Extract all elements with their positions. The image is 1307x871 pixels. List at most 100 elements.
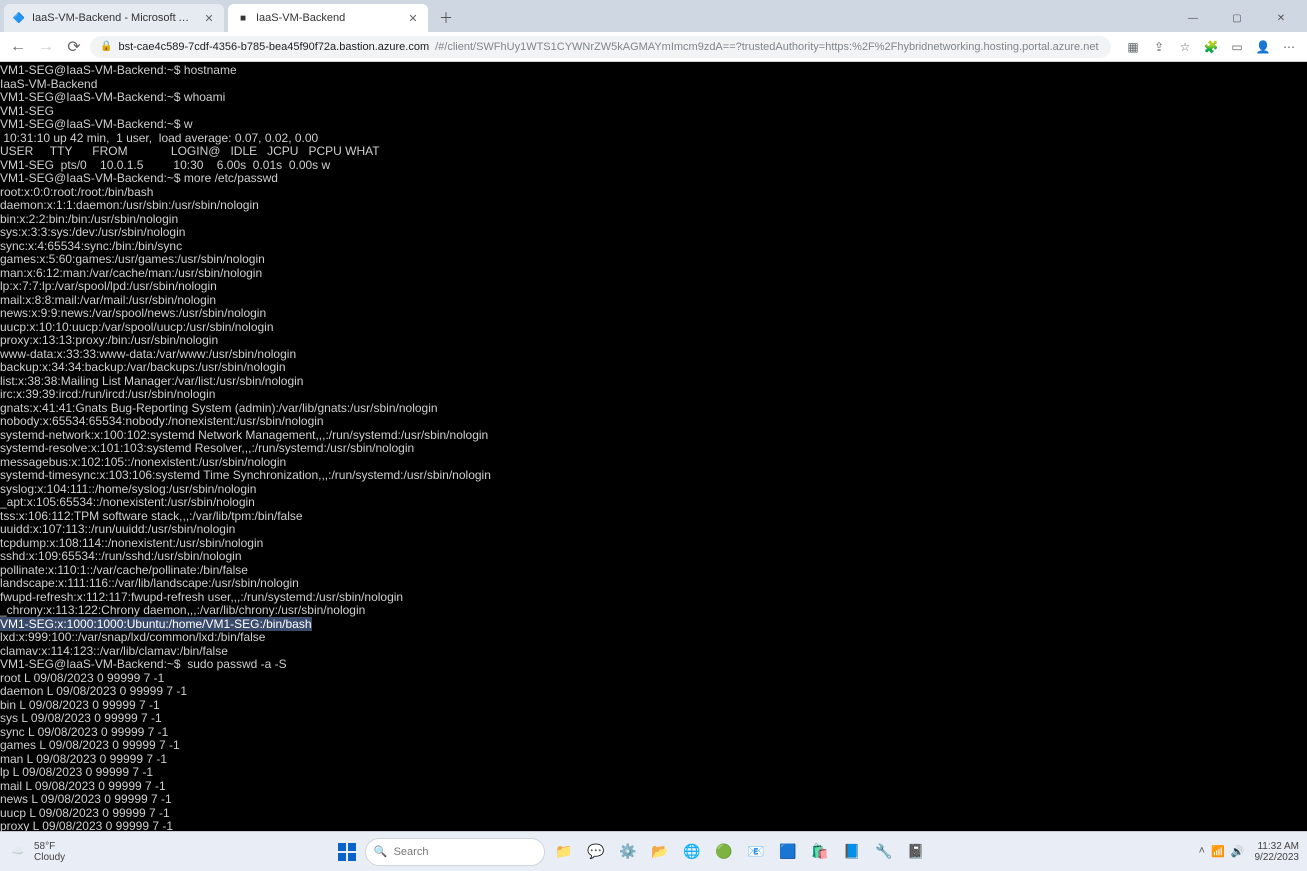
weather-widget[interactable]: ☁️ 58°F Cloudy bbox=[8, 841, 65, 863]
browser-window: 🔷IaaS-VM-Backend - Microsoft Azure✕■IaaS… bbox=[0, 0, 1307, 871]
terminal-line: sys L 09/08/2023 0 99999 7 -1 bbox=[0, 712, 1307, 726]
new-tab-button[interactable]: ＋ bbox=[432, 4, 460, 32]
terminal-line: VM1-SEG@IaaS-VM-Backend:~$ w bbox=[0, 118, 1307, 132]
terminal-line: proxy L 09/08/2023 0 99999 7 -1 bbox=[0, 820, 1307, 831]
terminal-line: sync:x:4:65534:sync:/bin:/bin/sync bbox=[0, 240, 1307, 254]
terminal-line: irc:x:39:39:ircd:/run/ircd:/usr/sbin/nol… bbox=[0, 388, 1307, 402]
terminal-line: VM1-SEG@IaaS-VM-Backend:~$ whoami bbox=[0, 91, 1307, 105]
terminal-line: messagebus:x:102:105::/nonexistent:/usr/… bbox=[0, 456, 1307, 470]
taskbar-app-3[interactable]: 📂 bbox=[645, 837, 675, 867]
terminal-line: IaaS-VM-Backend bbox=[0, 78, 1307, 92]
clock[interactable]: 11:32 AM 9/22/2023 bbox=[1255, 841, 1300, 863]
terminal-line: news:x:9:9:news:/var/spool/news:/usr/sbi… bbox=[0, 307, 1307, 321]
more-menu-icon[interactable]: ⋯ bbox=[1277, 35, 1301, 59]
terminal-line: uucp:x:10:10:uucp:/var/spool/uucp:/usr/s… bbox=[0, 321, 1307, 335]
taskbar-app-4[interactable]: 🌐 bbox=[677, 837, 707, 867]
terminal-line: gnats:x:41:41:Gnats Bug-Reporting System… bbox=[0, 402, 1307, 416]
terminal-line: _chrony:x:113:122:Chrony daemon,,,:/var/… bbox=[0, 604, 1307, 618]
clock-time: 11:32 AM bbox=[1255, 841, 1300, 852]
taskbar-app-1[interactable]: 💬 bbox=[581, 837, 611, 867]
terminal-line: lp:x:7:7:lp:/var/spool/lpd:/usr/sbin/nol… bbox=[0, 280, 1307, 294]
terminal-line: landscape:x:111:116::/var/lib/landscape:… bbox=[0, 577, 1307, 591]
minimize-button[interactable]: — bbox=[1171, 4, 1215, 32]
extensions-icon[interactable]: 🧩 bbox=[1199, 35, 1223, 59]
start-button[interactable] bbox=[333, 838, 361, 866]
terminal-line: daemon L 09/08/2023 0 99999 7 -1 bbox=[0, 685, 1307, 699]
terminal-line: news L 09/08/2023 0 99999 7 -1 bbox=[0, 793, 1307, 807]
taskbar-apps: 📁💬⚙️📂🌐🟢📧🟦🛍️📘🔧📓 bbox=[549, 837, 931, 867]
terminal-line: uuidd:x:107:113::/run/uuidd:/usr/sbin/no… bbox=[0, 523, 1307, 537]
taskbar-app-10[interactable]: 🔧 bbox=[869, 837, 899, 867]
taskbar-search[interactable]: 🔍 Search bbox=[365, 838, 545, 866]
terminal-line: games L 09/08/2023 0 99999 7 -1 bbox=[0, 739, 1307, 753]
taskbar-app-8[interactable]: 🛍️ bbox=[805, 837, 835, 867]
terminal-line: sys:x:3:3:sys:/dev:/usr/sbin/nologin bbox=[0, 226, 1307, 240]
maximize-button[interactable]: ▢ bbox=[1215, 4, 1259, 32]
weather-temp: 58°F bbox=[34, 841, 65, 852]
toolbar-icons: ▦ ⇪ ☆ 🧩 ▭ 👤 ⋯ bbox=[1121, 35, 1301, 59]
terminal-line: VM1-SEG@IaaS-VM-Backend:~$ sudo passwd -… bbox=[0, 658, 1307, 672]
terminal-line: systemd-resolve:x:101:103:systemd Resolv… bbox=[0, 442, 1307, 456]
forward-button[interactable]: → bbox=[34, 35, 58, 59]
terminal-line: backup:x:34:34:backup:/var/backups:/usr/… bbox=[0, 361, 1307, 375]
terminal-line: list:x:38:38:Mailing List Manager:/var/l… bbox=[0, 375, 1307, 389]
search-placeholder: Search bbox=[394, 846, 429, 858]
terminal-line: sync L 09/08/2023 0 99999 7 -1 bbox=[0, 726, 1307, 740]
terminal-line: www-data:x:33:33:www-data:/var/www:/usr/… bbox=[0, 348, 1307, 362]
terminal-line: sshd:x:109:65534::/run/sshd:/usr/sbin/no… bbox=[0, 550, 1307, 564]
terminal-viewport[interactable]: VM1-SEG@IaaS-VM-Backend:~$ hostnameIaaS-… bbox=[0, 62, 1307, 831]
sound-icon[interactable]: 🔊 bbox=[1231, 845, 1245, 858]
terminal-line: man L 09/08/2023 0 99999 7 -1 bbox=[0, 753, 1307, 767]
terminal-line: root:x:0:0:root:/root:/bin/bash bbox=[0, 186, 1307, 200]
terminal-line: bin:x:2:2:bin:/bin:/usr/sbin/nologin bbox=[0, 213, 1307, 227]
terminal-line: bin L 09/08/2023 0 99999 7 -1 bbox=[0, 699, 1307, 713]
terminal-line: syslog:x:104:111::/home/syslog:/usr/sbin… bbox=[0, 483, 1307, 497]
taskbar-app-7[interactable]: 🟦 bbox=[773, 837, 803, 867]
share-icon[interactable]: ⇪ bbox=[1147, 35, 1171, 59]
tray-chevron-icon[interactable]: ˄ bbox=[1199, 845, 1205, 858]
taskbar-app-6[interactable]: 📧 bbox=[741, 837, 771, 867]
taskbar-app-0[interactable]: 📁 bbox=[549, 837, 579, 867]
system-tray[interactable]: ˄ 📶 🔊 bbox=[1199, 845, 1245, 858]
url-input[interactable]: 🔒 bst-cae4c589-7cdf-4356-b785-bea45f90f7… bbox=[90, 36, 1111, 58]
lock-icon: 🔒 bbox=[100, 41, 112, 52]
tab-title: IaaS-VM-Backend bbox=[256, 12, 400, 24]
taskbar-app-2[interactable]: ⚙️ bbox=[613, 837, 643, 867]
tab-bar: 🔷IaaS-VM-Backend - Microsoft Azure✕■IaaS… bbox=[0, 0, 1307, 32]
taskbar-right: ˄ 📶 🔊 11:32 AM 9/22/2023 bbox=[1199, 841, 1299, 863]
bookmark-star-icon[interactable]: ☆ bbox=[1173, 35, 1197, 59]
app-launcher-icon[interactable]: ▦ bbox=[1121, 35, 1145, 59]
back-button[interactable]: ← bbox=[6, 35, 30, 59]
profile-icon[interactable]: 👤 bbox=[1251, 35, 1275, 59]
tab-close-icon[interactable]: ✕ bbox=[202, 11, 216, 25]
reload-button[interactable]: ⟳ bbox=[62, 35, 86, 59]
taskbar-app-9[interactable]: 📘 bbox=[837, 837, 867, 867]
terminal-line: 10:31:10 up 42 min, 1 user, load average… bbox=[0, 132, 1307, 146]
terminal-line: VM1-SEG:x:1000:1000:Ubuntu:/home/VM1-SEG… bbox=[0, 618, 1307, 632]
tab-favicon-icon: ■ bbox=[236, 11, 250, 25]
terminal-line: USER TTY FROM LOGIN@ IDLE JCPU PCPU WHAT bbox=[0, 145, 1307, 159]
clock-date: 9/22/2023 bbox=[1255, 852, 1300, 863]
tab-close-icon[interactable]: ✕ bbox=[406, 11, 420, 25]
taskbar-app-5[interactable]: 🟢 bbox=[709, 837, 739, 867]
tab-1[interactable]: ■ IaaS-VM-Backend ✕ bbox=[228, 4, 428, 32]
terminal-line: games:x:5:60:games:/usr/games:/usr/sbin/… bbox=[0, 253, 1307, 267]
terminal-line: VM1-SEG bbox=[0, 105, 1307, 119]
tab-title: IaaS-VM-Backend - Microsoft Azure bbox=[32, 12, 196, 24]
weather-icon: ☁️ bbox=[8, 842, 28, 862]
taskbar-app-11[interactable]: 📓 bbox=[901, 837, 931, 867]
close-window-button[interactable]: ✕ bbox=[1259, 4, 1303, 32]
terminal-line: VM1-SEG@IaaS-VM-Backend:~$ more /etc/pas… bbox=[0, 172, 1307, 186]
terminal-line: fwupd-refresh:x:112:117:fwupd-refresh us… bbox=[0, 591, 1307, 605]
terminal-line: _apt:x:105:65534::/nonexistent:/usr/sbin… bbox=[0, 496, 1307, 510]
wifi-icon[interactable]: 📶 bbox=[1211, 845, 1225, 858]
terminal-line: man:x:6:12:man:/var/cache/man:/usr/sbin/… bbox=[0, 267, 1307, 281]
terminal-line: tss:x:106:112:TPM software stack,,,:/var… bbox=[0, 510, 1307, 524]
terminal-line: lxd:x:999:100::/var/snap/lxd/common/lxd:… bbox=[0, 631, 1307, 645]
terminal-line: nobody:x:65534:65534:nobody:/nonexistent… bbox=[0, 415, 1307, 429]
tab-0[interactable]: 🔷IaaS-VM-Backend - Microsoft Azure✕ bbox=[4, 4, 224, 32]
terminal-line: proxy:x:13:13:proxy:/bin:/usr/sbin/nolog… bbox=[0, 334, 1307, 348]
url-host: bst-cae4c589-7cdf-4356-b785-bea45f90f72a… bbox=[118, 41, 429, 53]
terminal-line: mail:x:8:8:mail:/var/mail:/usr/sbin/nolo… bbox=[0, 294, 1307, 308]
collections-icon[interactable]: ▭ bbox=[1225, 35, 1249, 59]
